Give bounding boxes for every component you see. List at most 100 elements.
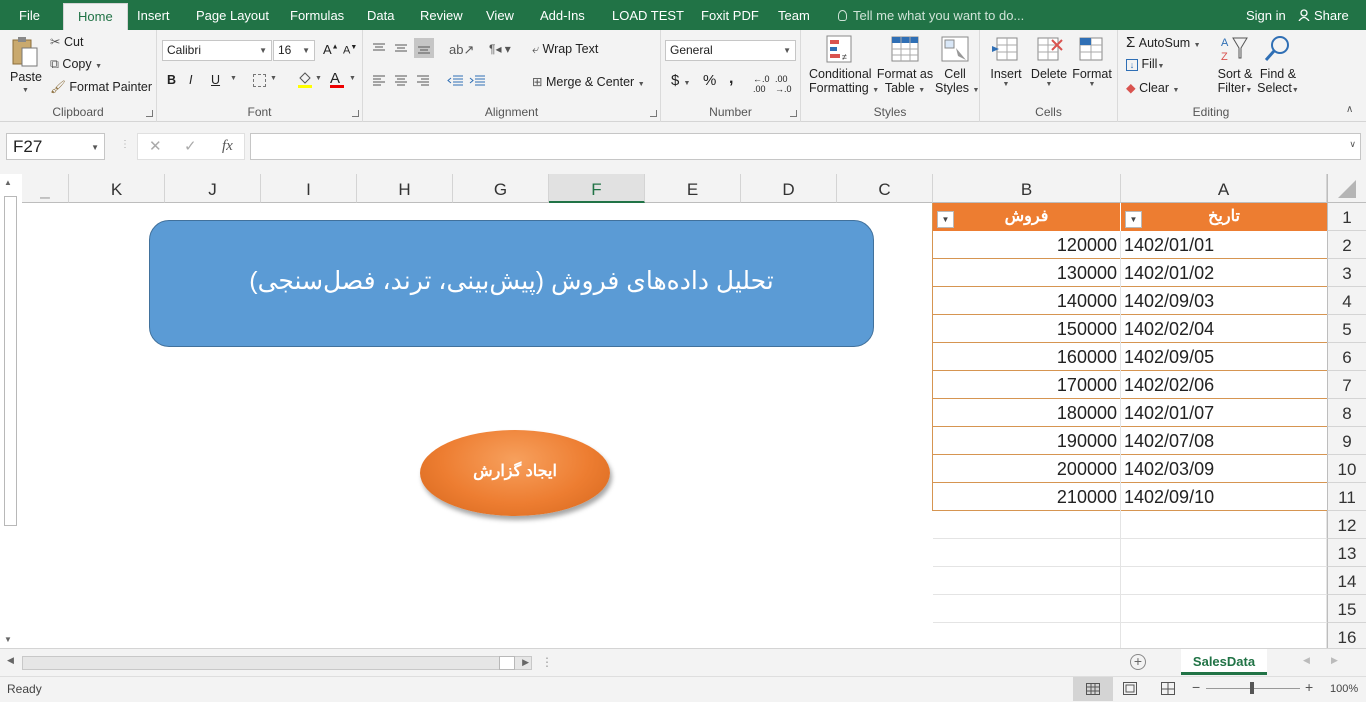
tab-foxit-pdf[interactable]: Foxit PDF bbox=[701, 0, 759, 30]
table-cell-sales[interactable]: 160000 bbox=[933, 343, 1120, 371]
row-header-15[interactable]: 15 bbox=[1327, 595, 1366, 623]
column-header-e[interactable]: E bbox=[645, 174, 741, 203]
tab-load-test[interactable]: LOAD TEST bbox=[612, 0, 684, 30]
decrease-indent-icon[interactable] bbox=[447, 74, 463, 89]
title-shape[interactable]: تحلیل داده‌های فروش (پیش‌بینی، ترند، فصل… bbox=[149, 220, 874, 347]
align-left-icon[interactable] bbox=[372, 74, 386, 89]
tab-add-ins[interactable]: Add-Ins bbox=[540, 0, 585, 30]
formula-input[interactable]: ∨ bbox=[250, 133, 1361, 160]
scroll-left-icon[interactable]: ◀ bbox=[7, 655, 14, 666]
cancel-icon[interactable]: ✕ bbox=[149, 137, 162, 155]
table-cell-date[interactable]: 1402/02/06 bbox=[1121, 371, 1327, 399]
column-header-d[interactable]: D bbox=[741, 174, 837, 203]
row-header-3[interactable]: 3 bbox=[1327, 259, 1366, 287]
column-header-g[interactable]: G bbox=[453, 174, 549, 203]
sort-filter-button[interactable]: AZ Sort & Filter▼ bbox=[1215, 34, 1255, 95]
empty-cell[interactable] bbox=[1121, 539, 1327, 567]
row-header-1[interactable]: 1 bbox=[1327, 203, 1366, 231]
prev-sheet-icon[interactable]: ◀ bbox=[1303, 655, 1310, 666]
sign-in-link[interactable]: Sign in bbox=[1246, 0, 1286, 32]
clipboard-launcher[interactable] bbox=[146, 110, 153, 117]
merge-center-button[interactable]: ⊞ Merge & Center ▼ bbox=[532, 74, 645, 89]
row-header-8[interactable]: 8 bbox=[1327, 399, 1366, 427]
empty-cell[interactable] bbox=[1121, 623, 1327, 651]
horizontal-scrollbar[interactable]: ▶ bbox=[22, 656, 532, 670]
expand-formula-icon[interactable]: ∨ bbox=[1349, 139, 1356, 150]
filter-dropdown-icon[interactable]: ▼ bbox=[937, 211, 954, 228]
empty-cell[interactable] bbox=[1121, 595, 1327, 623]
italic-button[interactable]: I bbox=[189, 73, 192, 87]
delete-cells-button[interactable]: Delete ▼ bbox=[1028, 34, 1070, 88]
tab-home[interactable]: Home bbox=[63, 3, 128, 30]
paste-button[interactable]: Paste ▼ bbox=[6, 34, 44, 100]
empty-cell[interactable] bbox=[1121, 511, 1327, 539]
column-header-b[interactable]: B bbox=[933, 174, 1121, 203]
column-header-j[interactable]: J bbox=[165, 174, 261, 203]
underline-button[interactable]: U bbox=[211, 73, 220, 87]
bold-button[interactable]: B bbox=[167, 73, 176, 87]
next-sheet-icon[interactable]: ▶ bbox=[1331, 655, 1338, 666]
table-cell-date[interactable]: 1402/01/02 bbox=[1121, 259, 1327, 287]
zoom-slider[interactable] bbox=[1206, 682, 1300, 694]
cut-button[interactable]: ✂ Cut bbox=[50, 34, 83, 49]
empty-cell[interactable] bbox=[933, 567, 1121, 595]
increase-decimal-button[interactable]: ←.0.00 bbox=[753, 74, 770, 94]
table-header-sales[interactable]: فروش ▼ bbox=[933, 203, 1120, 231]
horizontal-scroll-thumb[interactable] bbox=[499, 656, 515, 670]
zoom-slider-handle[interactable] bbox=[1250, 682, 1254, 694]
number-launcher[interactable] bbox=[790, 110, 797, 117]
row-header-10[interactable]: 10 bbox=[1327, 455, 1366, 483]
zoom-in-icon[interactable]: + bbox=[1305, 679, 1313, 695]
tab-review[interactable]: Review bbox=[420, 0, 463, 30]
table-cell-date[interactable]: 1402/07/08 bbox=[1121, 427, 1327, 455]
name-box[interactable]: F27 ▼ bbox=[6, 133, 105, 160]
table-cell-sales[interactable]: 190000 bbox=[933, 427, 1120, 455]
column-header-c[interactable]: C bbox=[837, 174, 933, 203]
tab-insert[interactable]: Insert bbox=[137, 0, 170, 30]
row-header-9[interactable]: 9 bbox=[1327, 427, 1366, 455]
table-cell-sales[interactable]: 170000 bbox=[933, 371, 1120, 399]
find-select-button[interactable]: Find & Select▼ bbox=[1257, 34, 1299, 95]
page-layout-view-button[interactable] bbox=[1123, 682, 1137, 698]
create-report-button[interactable]: ایجاد گزارش bbox=[420, 430, 610, 516]
grow-font-button[interactable]: A▲ bbox=[323, 42, 339, 57]
collapse-ribbon-icon[interactable]: ∧ bbox=[1346, 104, 1353, 115]
font-color-icon[interactable]: A bbox=[330, 70, 344, 88]
empty-cell[interactable] bbox=[1121, 567, 1327, 595]
table-cell-sales[interactable]: 120000 bbox=[933, 231, 1120, 259]
table-cell-sales[interactable]: 130000 bbox=[933, 259, 1120, 287]
shrink-font-button[interactable]: A▼ bbox=[343, 44, 357, 57]
row-header-6[interactable]: 6 bbox=[1327, 343, 1366, 371]
tab-page-layout[interactable]: Page Layout bbox=[196, 0, 269, 30]
enter-icon[interactable]: ✓ bbox=[184, 137, 197, 155]
column-header-k[interactable]: K bbox=[69, 174, 165, 203]
scroll-up-icon[interactable]: ▲ bbox=[4, 178, 12, 187]
insert-function-button[interactable]: fx bbox=[222, 138, 233, 155]
vertical-scrollbar[interactable]: ▲ ▼ bbox=[2, 178, 18, 644]
row-header-11[interactable]: 11 bbox=[1327, 483, 1366, 511]
table-cell-date[interactable]: 1402/09/05 bbox=[1121, 343, 1327, 371]
clear-button[interactable]: ◆ Clear ▼ bbox=[1126, 80, 1179, 95]
vertical-scroll-thumb[interactable] bbox=[4, 196, 17, 526]
empty-cell[interactable] bbox=[933, 623, 1121, 651]
tab-team[interactable]: Team bbox=[778, 0, 810, 30]
autosum-button[interactable]: Σ AutoSum ▼ bbox=[1126, 34, 1201, 51]
increase-indent-icon[interactable] bbox=[469, 74, 485, 89]
align-right-icon[interactable] bbox=[416, 74, 430, 89]
decrease-decimal-button[interactable]: .00 →.0 bbox=[775, 74, 792, 94]
zoom-out-icon[interactable]: − bbox=[1192, 679, 1200, 695]
empty-cell[interactable] bbox=[933, 595, 1121, 623]
worksheet-grid[interactable]: ▲ ▼ _ تحلیل داده‌های فروش (پیش‌بینی، ترن… bbox=[0, 174, 1366, 651]
copy-button[interactable]: ⧉ Copy ▼ bbox=[50, 57, 102, 72]
zoom-level[interactable]: 100% bbox=[1330, 683, 1358, 695]
alignment-launcher[interactable] bbox=[650, 110, 657, 117]
fill-color-icon[interactable] bbox=[297, 70, 313, 91]
align-top-icon[interactable] bbox=[372, 42, 386, 57]
table-cell-date[interactable]: 1402/09/03 bbox=[1121, 287, 1327, 315]
tab-file[interactable]: File bbox=[19, 0, 40, 30]
borders-icon[interactable] bbox=[253, 74, 266, 87]
share-button[interactable]: Share bbox=[1298, 0, 1349, 32]
row-header-4[interactable]: 4 bbox=[1327, 287, 1366, 315]
normal-view-button[interactable] bbox=[1073, 677, 1113, 701]
sheet-tab-salesdata[interactable]: SalesData bbox=[1181, 649, 1267, 675]
